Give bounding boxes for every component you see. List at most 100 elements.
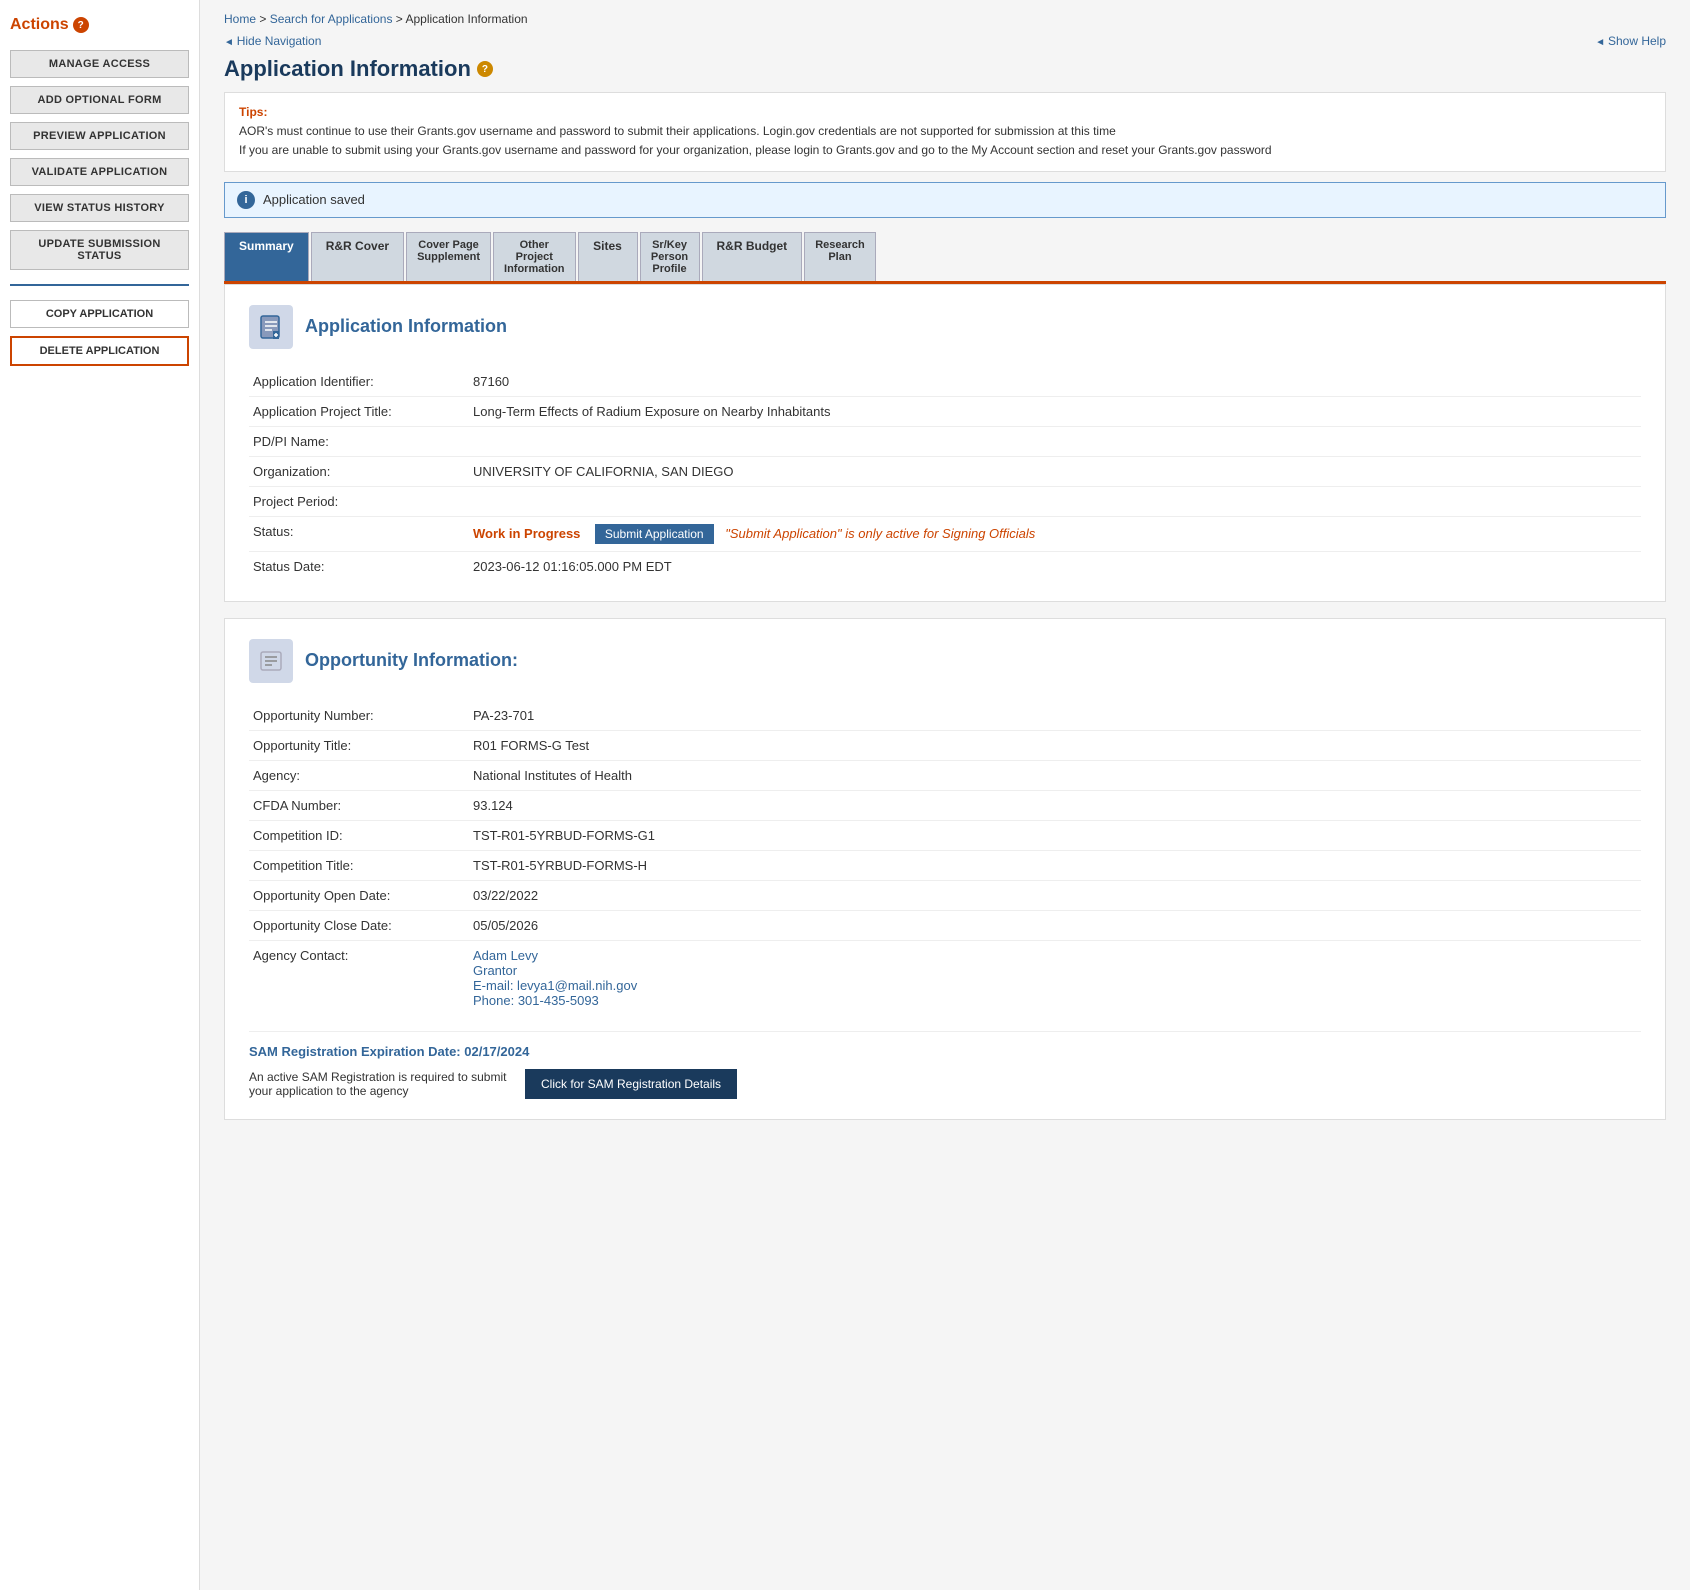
submit-application-button[interactable]: Submit Application [595,524,714,544]
value-organization: UNIVERSITY OF CALIFORNIA, SAN DIEGO [469,456,1641,486]
contact-role: Grantor [473,963,1637,978]
label-project-title: Application Project Title: [249,396,469,426]
value-status-date: 2023-06-12 01:16:05.000 PM EDT [469,551,1641,581]
top-bar: Hide Navigation Show Help [224,34,1666,48]
sam-expiration-label: SAM Registration Expiration Date: 02/17/… [249,1044,1641,1059]
info-circle-icon: i [237,191,255,209]
label-opp-title: Opportunity Title: [249,730,469,760]
value-project-period [469,486,1641,516]
sam-registration-details-button[interactable]: Click for SAM Registration Details [525,1069,737,1099]
table-row: Status: Work in Progress Submit Applicat… [249,516,1641,551]
value-application-identifier: 87160 [469,367,1641,397]
tab-rr-budget[interactable]: R&R Budget [702,232,803,281]
preview-application-button[interactable]: PREVIEW APPLICATION [10,122,189,150]
value-status: Work in Progress Submit Application "Sub… [469,516,1641,551]
sidebar-title: Actions ? [10,16,189,34]
label-cfda-number: CFDA Number: [249,790,469,820]
sidebar-divider [10,284,189,286]
contact-name: Adam Levy [473,948,1637,963]
table-row: Competition Title: TST-R01-5YRBUD-FORMS-… [249,850,1641,880]
label-opp-number: Opportunity Number: [249,701,469,731]
table-row: Opportunity Number: PA-23-701 [249,701,1641,731]
tips-label: Tips: [239,105,267,119]
value-opp-number: PA-23-701 [469,701,1641,731]
label-pdpi-name: PD/PI Name: [249,426,469,456]
label-opp-close-date: Opportunity Close Date: [249,910,469,940]
table-row: Application Project Title: Long-Term Eff… [249,396,1641,426]
opportunity-info-title: Opportunity Information: [305,650,518,671]
tab-research-plan[interactable]: ResearchPlan [804,232,876,281]
value-opp-title[interactable]: R01 FORMS-G Test [469,730,1641,760]
opportunity-info-header: Opportunity Information: [249,639,1641,683]
page-title-text: Application Information [224,56,471,82]
actions-label: Actions [10,16,69,34]
table-row: Application Identifier: 87160 [249,367,1641,397]
value-pdpi-name [469,426,1641,456]
tab-rr-cover[interactable]: R&R Cover [311,232,404,281]
tab-summary[interactable]: Summary [224,232,309,281]
tab-cover-page-supplement[interactable]: Cover PageSupplement [406,232,491,281]
tab-other-project-information[interactable]: OtherProjectInformation [493,232,576,281]
page-title-help-icon[interactable]: ? [477,61,493,77]
saved-banner-text: Application saved [263,192,365,207]
label-competition-id: Competition ID: [249,820,469,850]
label-organization: Organization: [249,456,469,486]
table-row: Status Date: 2023-06-12 01:16:05.000 PM … [249,551,1641,581]
tips-line1: AOR's must continue to use their Grants.… [239,124,1116,138]
tab-sites[interactable]: Sites [578,232,638,281]
sam-description: An active SAM Registration is required t… [249,1070,509,1098]
opportunity-info-table: Opportunity Number: PA-23-701 Opportunit… [249,701,1641,1015]
tips-line2: If you are unable to submit using your G… [239,143,1272,157]
value-competition-id[interactable]: TST-R01-5YRBUD-FORMS-G1 [469,820,1641,850]
sam-row: An active SAM Registration is required t… [249,1069,1641,1099]
contact-phone: Phone: 301-435-5093 [473,993,1637,1008]
sidebar: Actions ? MANAGE ACCESS ADD OPTIONAL FOR… [0,0,200,1590]
table-row: Competition ID: TST-R01-5YRBUD-FORMS-G1 [249,820,1641,850]
delete-application-button[interactable]: DELETE APPLICATION [10,336,189,366]
label-opp-open-date: Opportunity Open Date: [249,880,469,910]
contact-email: E-mail: levya1@mail.nih.gov [473,978,1637,993]
validate-application-button[interactable]: VALIDATE APPLICATION [10,158,189,186]
value-opp-close-date: 05/05/2026 [469,910,1641,940]
actions-help-icon[interactable]: ? [73,17,89,33]
status-note: "Submit Application" is only active for … [725,526,1035,541]
application-info-table: Application Identifier: 87160 Applicatio… [249,367,1641,581]
breadcrumb: Home > Search for Applications > Applica… [224,12,1666,26]
value-cfda-number: 93.124 [469,790,1641,820]
value-agency[interactable]: National Institutes of Health [469,760,1641,790]
table-row: Project Period: [249,486,1641,516]
application-info-card: Application Information Application Iden… [224,284,1666,602]
table-row: CFDA Number: 93.124 [249,790,1641,820]
update-submission-status-button[interactable]: UPDATE SUBMISSION STATUS [10,230,189,270]
sam-section: SAM Registration Expiration Date: 02/17/… [249,1031,1641,1099]
table-row: Organization: UNIVERSITY OF CALIFORNIA, … [249,456,1641,486]
table-row: Agency Contact: Adam Levy Grantor E-mail… [249,940,1641,1015]
view-status-history-button[interactable]: VIEW STATUS HISTORY [10,194,189,222]
table-row: PD/PI Name: [249,426,1641,456]
value-competition-title[interactable]: TST-R01-5YRBUD-FORMS-H [469,850,1641,880]
manage-access-button[interactable]: MANAGE ACCESS [10,50,189,78]
table-row: Opportunity Open Date: 03/22/2022 [249,880,1641,910]
tips-box: Tips: AOR's must continue to use their G… [224,92,1666,172]
label-project-period: Project Period: [249,486,469,516]
saved-banner: i Application saved [224,182,1666,218]
application-info-header: Application Information [249,305,1641,349]
opportunity-info-card: Opportunity Information: Opportunity Num… [224,618,1666,1120]
table-row: Opportunity Close Date: 05/05/2026 [249,910,1641,940]
page-title: Application Information ? [224,56,1666,82]
breadcrumb-current: Application Information [405,12,527,26]
show-help-link[interactable]: Show Help [1595,34,1666,48]
copy-application-button[interactable]: COPY APPLICATION [10,300,189,328]
status-wip-label: Work in Progress [473,526,580,541]
label-agency-contact: Agency Contact: [249,940,469,1015]
table-row: Opportunity Title: R01 FORMS-G Test [249,730,1641,760]
value-opp-open-date: 03/22/2022 [469,880,1641,910]
breadcrumb-home[interactable]: Home [224,12,256,26]
tabs-bar: Summary R&R Cover Cover PageSupplement O… [224,232,1666,284]
tab-sr-key-person-profile[interactable]: Sr/KeyPersonProfile [640,232,700,281]
breadcrumb-search[interactable]: Search for Applications [270,12,393,26]
opportunity-info-icon [249,639,293,683]
value-project-title[interactable]: Long-Term Effects of Radium Exposure on … [469,396,1641,426]
hide-navigation-link[interactable]: Hide Navigation [224,34,321,48]
add-optional-form-button[interactable]: ADD OPTIONAL FORM [10,86,189,114]
